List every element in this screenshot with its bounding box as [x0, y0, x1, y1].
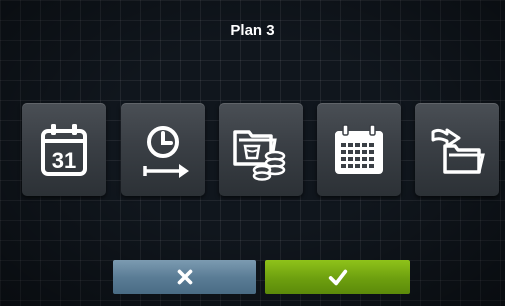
- folder-import-button[interactable]: [415, 103, 499, 196]
- time-delay-button[interactable]: [121, 103, 205, 196]
- confirm-button[interactable]: [265, 260, 410, 294]
- calendar-day-text: 31: [52, 148, 76, 173]
- page-title: Plan 3: [230, 22, 275, 39]
- calendar-grid-icon: [335, 123, 383, 174]
- calendar-day-icon: 31: [41, 123, 87, 176]
- calendar-day-button[interactable]: 31: [22, 103, 106, 196]
- calendar-grid-button[interactable]: [317, 103, 401, 196]
- time-delay-icon: [143, 125, 189, 178]
- wash-cost-button[interactable]: [219, 103, 303, 196]
- cancel-button[interactable]: [113, 260, 256, 294]
- close-icon: [177, 269, 192, 285]
- wash-cost-icon: [233, 129, 286, 181]
- folder-import-icon: [431, 128, 485, 174]
- option-icon-row: 31: [0, 103, 505, 196]
- checkmark-icon: [328, 269, 347, 286]
